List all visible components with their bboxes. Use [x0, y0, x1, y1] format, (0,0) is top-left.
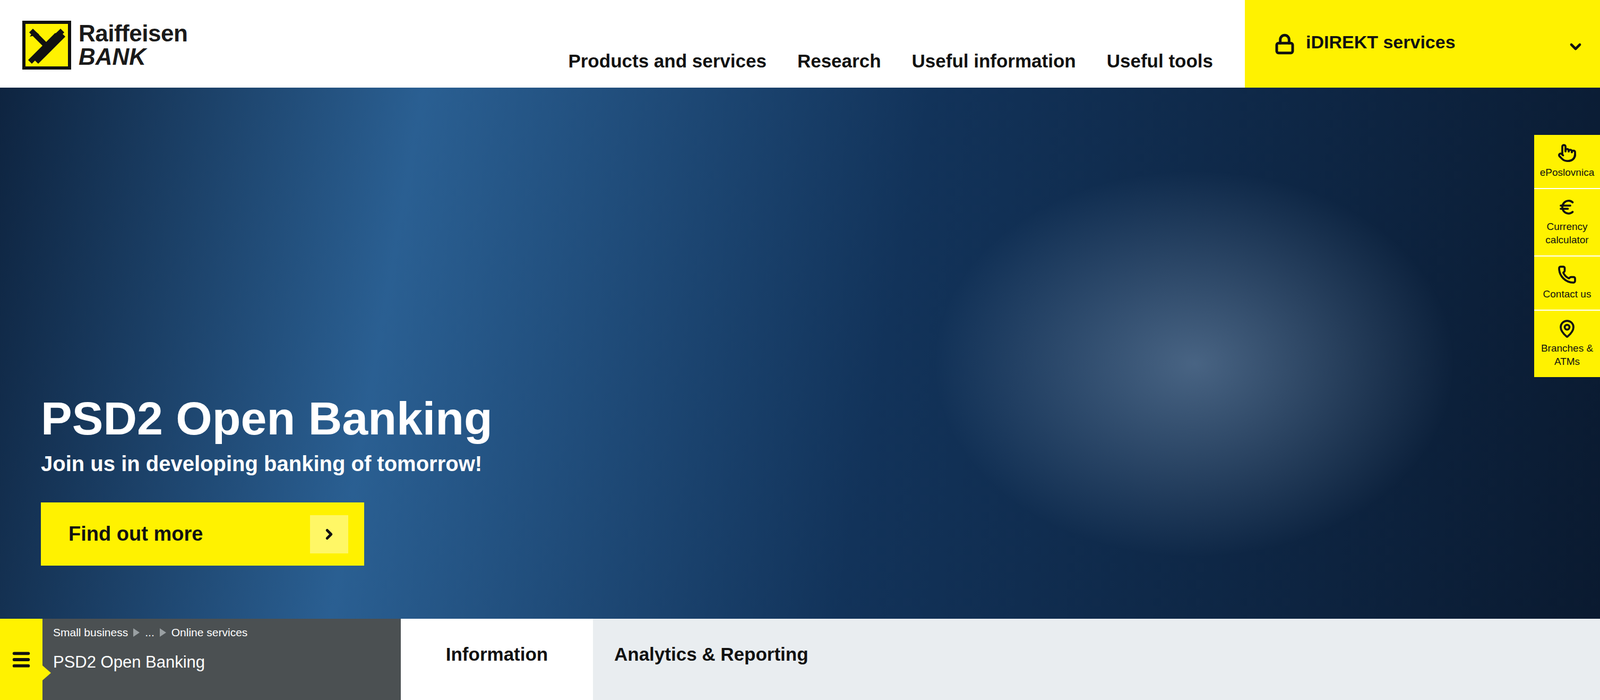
phone-icon [1557, 264, 1577, 285]
breadcrumb-content: Small business... Online services PSD2 Ope… [42, 618, 401, 700]
logo[interactable]: RaiffeisenBANK [0, 0, 188, 88]
side-toolbar: ePoslovnica Currency calculator Contact us… [1534, 134, 1600, 377]
find-out-more-button[interactable]: Find out more [40, 502, 365, 566]
hand-pointer-icon [1557, 143, 1577, 163]
sub-navigation: Small business... Online services PSD2 Ope… [0, 618, 1600, 700]
tab-strip: InformationAnalytics & Reporting [400, 618, 1600, 700]
lock-icon [1274, 33, 1296, 55]
logo-line: Raiffeisen [78, 21, 188, 46]
button-label: Find out more [68, 522, 203, 546]
logo-text: RaiffeisenBANK [78, 21, 188, 69]
side-tool[interactable]: Contact us [1534, 256, 1600, 311]
nav-item[interactable]: Useful tools [1106, 50, 1214, 72]
idirekt-label: iDIREKT services [1305, 31, 1456, 56]
side-tool[interactable]: Branches & ATMs [1534, 310, 1600, 377]
side-tool[interactable]: ePoslovnica [1534, 134, 1600, 189]
hero-banner: PSD2 Open Banking Join us in developing b… [0, 87, 1600, 619]
breadcrumb-item[interactable]: ... [144, 625, 155, 639]
nav-item[interactable]: Useful information [912, 50, 1077, 72]
currency-icon [1557, 197, 1577, 217]
breadcrumb-item[interactable]: Online services [171, 625, 248, 639]
tab[interactable]: Analytics & Reporting [592, 618, 830, 700]
breadcrumb-panel: Small business... Online services PSD2 Ope… [0, 618, 401, 700]
page: RaiffeisenBANK Products and services Resea… [0, 0, 1600, 700]
hero-title: PSD2 Open Banking [40, 392, 1600, 445]
side-tool-label: Currency calculator [1536, 219, 1598, 247]
breadcrumb-item[interactable]: Small business [53, 625, 128, 639]
side-tool[interactable]: Currency calculator [1534, 188, 1600, 257]
raiffeisen-logo-icon [22, 20, 72, 70]
menu-button[interactable] [0, 618, 43, 700]
nav-item[interactable]: Products and services [568, 50, 767, 72]
breadcrumb-separator-icon [133, 628, 140, 637]
hero-subtitle: Join us in developing banking of tomorro… [40, 451, 1600, 476]
side-tool-label: Branches & ATMs [1536, 341, 1598, 369]
hamburger-icon [10, 648, 32, 670]
header: RaiffeisenBANK Products and services Resea… [0, 0, 1600, 88]
main-nav: Products and services Research Useful info… [187, 0, 1245, 88]
tab[interactable]: Information [400, 618, 593, 700]
breadcrumb-separator-icon [159, 628, 167, 637]
idirekt-menu[interactable]: iDIREKT services [1244, 0, 1600, 88]
map-pin-icon [1557, 319, 1577, 339]
chevron-right-icon [310, 514, 349, 554]
side-tool-label: ePoslovnica [1540, 165, 1595, 180]
side-tool-label: Contact us [1543, 287, 1592, 301]
logo-line: BANK [78, 45, 188, 69]
nav-item[interactable]: Research [797, 50, 882, 72]
page-title: PSD2 Open Banking [53, 652, 391, 672]
chevron-down-icon [1567, 38, 1585, 56]
breadcrumb: Small business... Online services [53, 625, 391, 639]
